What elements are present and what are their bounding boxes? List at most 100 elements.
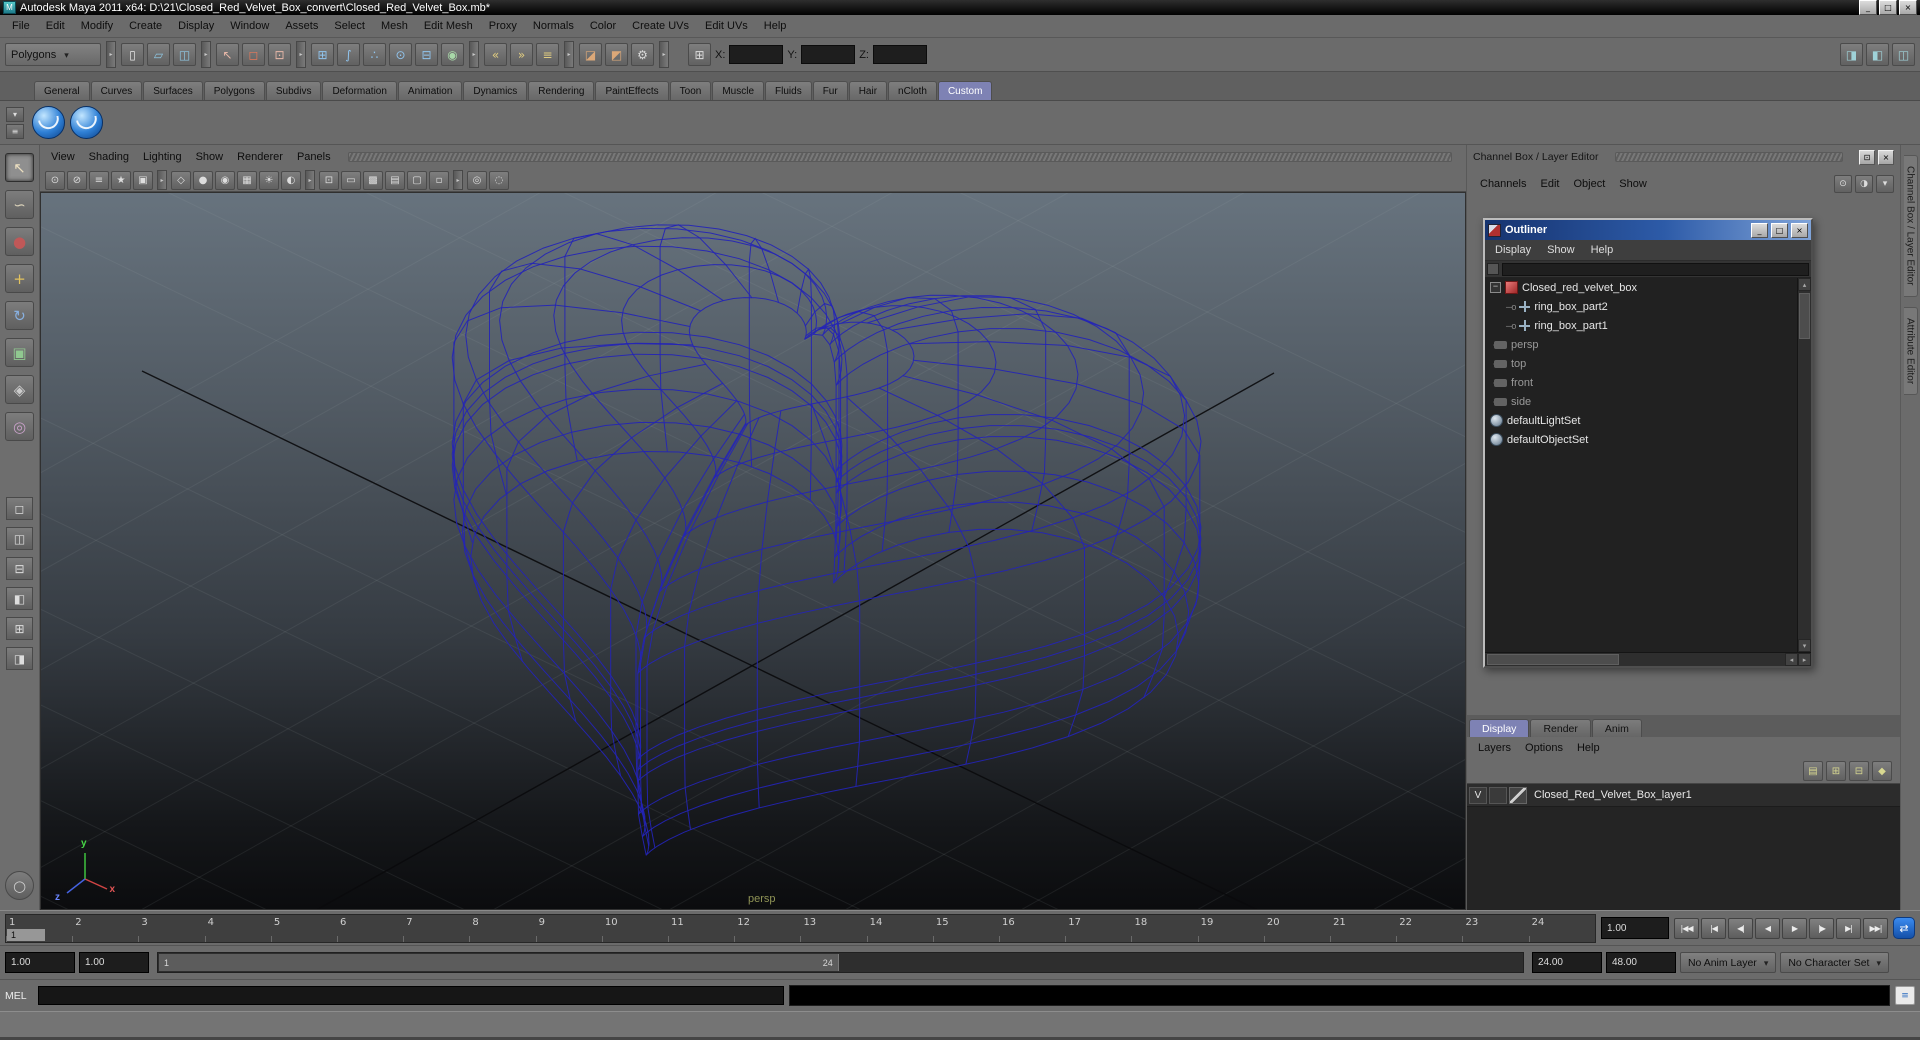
menu-item[interactable]: Assets: [277, 17, 326, 35]
toggle-channel-box-icon[interactable]: ◫: [1892, 43, 1915, 66]
snap-to-view-planes-icon[interactable]: ⊟: [415, 43, 438, 66]
safe-action-icon[interactable]: ▢: [407, 170, 427, 190]
menu-item[interactable]: Color: [582, 17, 624, 35]
menu-item[interactable]: Create: [121, 17, 170, 35]
frame-tick[interactable]: 12: [734, 915, 800, 942]
outliner-item[interactable]: − Closed_red_velvet_box: [1485, 278, 1797, 297]
shelf-tab[interactable]: General: [34, 81, 90, 100]
panel-menu-item[interactable]: Lighting: [136, 149, 189, 165]
scrollbar-thumb[interactable]: [1487, 654, 1619, 665]
close-button[interactable]: ×: [1899, 0, 1917, 15]
frame-tick[interactable]: 15: [932, 915, 999, 942]
layer-editor-tab[interactable]: Render: [1530, 719, 1591, 737]
shelf-tab[interactable]: Polygons: [203, 81, 265, 100]
paint-effects-panel-icon[interactable]: ○: [5, 871, 34, 900]
play-forwards-button[interactable]: ▶: [1782, 917, 1807, 939]
shelf-tab[interactable]: Hair: [848, 81, 888, 100]
layout-four-panes-icon[interactable]: ⊞: [6, 617, 33, 640]
layout-single-pane-icon[interactable]: ◻: [6, 497, 33, 520]
input-connections-icon[interactable]: «: [484, 43, 507, 66]
menu-set-dropdown[interactable]: Polygons: [5, 43, 101, 66]
camera-attributes-icon[interactable]: ≡: [89, 170, 109, 190]
outliner-horizontal-scrollbar[interactable]: ◂ ▸: [1485, 652, 1811, 666]
save-scene-icon[interactable]: ◫: [173, 43, 196, 66]
play-backwards-button[interactable]: ◀: [1755, 917, 1780, 939]
window-titlebar[interactable]: M Autodesk Maya 2011 x64: D:\21\Closed_R…: [0, 0, 1920, 15]
mel-command-input[interactable]: [38, 986, 784, 1005]
isolate-select-icon[interactable]: ◎: [467, 170, 487, 190]
layer-playback-toggle[interactable]: [1489, 786, 1507, 804]
scroll-up-icon[interactable]: ▴: [1798, 278, 1811, 291]
outliner-vertical-scrollbar[interactable]: ▴ ▾: [1797, 278, 1811, 652]
select-tool-icon[interactable]: ↖: [5, 153, 34, 182]
outliner-item[interactable]: front: [1485, 373, 1797, 392]
frame-tick[interactable]: 2: [72, 915, 138, 942]
menu-item[interactable]: Select: [326, 17, 373, 35]
smooth-shade-icon[interactable]: ●: [193, 170, 213, 190]
current-time-field[interactable]: 1.00: [1601, 917, 1669, 939]
maximize-button[interactable]: □: [1879, 0, 1897, 15]
outliner-titlebar[interactable]: Outliner _ □ ×: [1485, 220, 1811, 240]
channel-speed-icon[interactable]: ◑: [1855, 175, 1873, 193]
step-forward-frame-button[interactable]: |▶: [1809, 917, 1834, 939]
scrollbar-thumb[interactable]: [1799, 293, 1810, 339]
outliner-item[interactable]: side: [1485, 392, 1797, 411]
command-result-field[interactable]: [789, 985, 1890, 1006]
anim-layer-dropdown[interactable]: No Anim Layer: [1679, 952, 1777, 973]
outliner-menu-item[interactable]: Help: [1583, 242, 1622, 258]
shelf-tab[interactable]: Toon: [669, 81, 712, 100]
frame-tick[interactable]: 20: [1263, 915, 1330, 942]
layout-outliner-persp-icon[interactable]: ◨: [6, 647, 33, 670]
channel-manip-icon[interactable]: ⊙: [1834, 175, 1852, 193]
snap-to-projected-center-icon[interactable]: ⊙: [389, 43, 412, 66]
frame-tick[interactable]: 23: [1462, 915, 1528, 942]
select-by-component-icon[interactable]: ⊡: [268, 43, 291, 66]
go-to-playback-end-button[interactable]: ▶▶|: [1863, 917, 1888, 939]
outliner-menu-item[interactable]: Show: [1539, 242, 1583, 258]
shelf-tab[interactable]: Custom: [937, 81, 993, 100]
output-connections-icon[interactable]: »: [510, 43, 533, 66]
custom-shelf-item-2[interactable]: [70, 106, 103, 139]
shelf-tab[interactable]: Animation: [397, 81, 463, 100]
textured-display-icon[interactable]: ▦: [237, 170, 257, 190]
panel-menu-item[interactable]: Shading: [82, 149, 136, 165]
shelf-menu-icon[interactable]: ▾: [6, 106, 24, 122]
field-chart-icon[interactable]: ▤: [385, 170, 405, 190]
menu-item[interactable]: Edit: [38, 17, 73, 35]
outliner-maximize-button[interactable]: □: [1771, 222, 1788, 238]
step-back-frame-button[interactable]: ◀|: [1728, 917, 1753, 939]
outliner-item[interactable]: defaultObjectSet: [1485, 430, 1797, 449]
film-gate-icon[interactable]: ▭: [341, 170, 361, 190]
sidebar-vertical-tab[interactable]: Channel Box / Layer Editor: [1903, 155, 1918, 297]
scroll-right-icon[interactable]: ▸: [1798, 653, 1811, 666]
menu-item[interactable]: Normals: [525, 17, 582, 35]
outliner-item[interactable]: ─o ring_box_part1: [1485, 316, 1797, 335]
shelf-tab[interactable]: Rendering: [528, 81, 595, 100]
outliner-item[interactable]: ─o ring_box_part2: [1485, 297, 1797, 316]
menu-item[interactable]: Window: [222, 17, 277, 35]
frame-tick[interactable]: 11: [668, 915, 734, 942]
pane-popout-button[interactable]: ⊡: [1859, 149, 1875, 165]
toolbar-separator[interactable]: [659, 41, 669, 68]
select-by-object-icon[interactable]: ◻: [242, 43, 265, 66]
universal-manipulator-icon[interactable]: ◈: [5, 375, 34, 404]
shelf-tab[interactable]: Fluids: [765, 81, 812, 100]
panel-menu-item[interactable]: Panels: [290, 149, 338, 165]
channel-box-menu-item[interactable]: Object: [1566, 176, 1612, 192]
frame-tick[interactable]: 4: [204, 915, 271, 942]
sidebar-vertical-tab[interactable]: Attribute Editor: [1903, 306, 1918, 395]
layer-editor-tab[interactable]: Display: [1469, 719, 1530, 737]
menu-item[interactable]: File: [4, 17, 38, 35]
lock-camera-icon[interactable]: ⊘: [67, 170, 87, 190]
toolbar-separator[interactable]: [106, 41, 116, 68]
toolbar-separator[interactable]: [469, 41, 479, 68]
playback-start-field[interactable]: 1.00: [79, 952, 149, 973]
new-empty-layer-icon[interactable]: ⊟: [1849, 761, 1869, 781]
layer-editor-menu-item[interactable]: Options: [1518, 740, 1570, 756]
layer-visibility-toggle[interactable]: V: [1469, 786, 1487, 804]
panel-menu-item[interactable]: Show: [189, 149, 231, 165]
menu-item[interactable]: Edit UVs: [697, 17, 756, 35]
toolbar-separator[interactable]: [201, 41, 211, 68]
resolution-gate-icon[interactable]: ⊡: [319, 170, 339, 190]
toggle-attribute-editor-icon[interactable]: ◨: [1840, 43, 1863, 66]
